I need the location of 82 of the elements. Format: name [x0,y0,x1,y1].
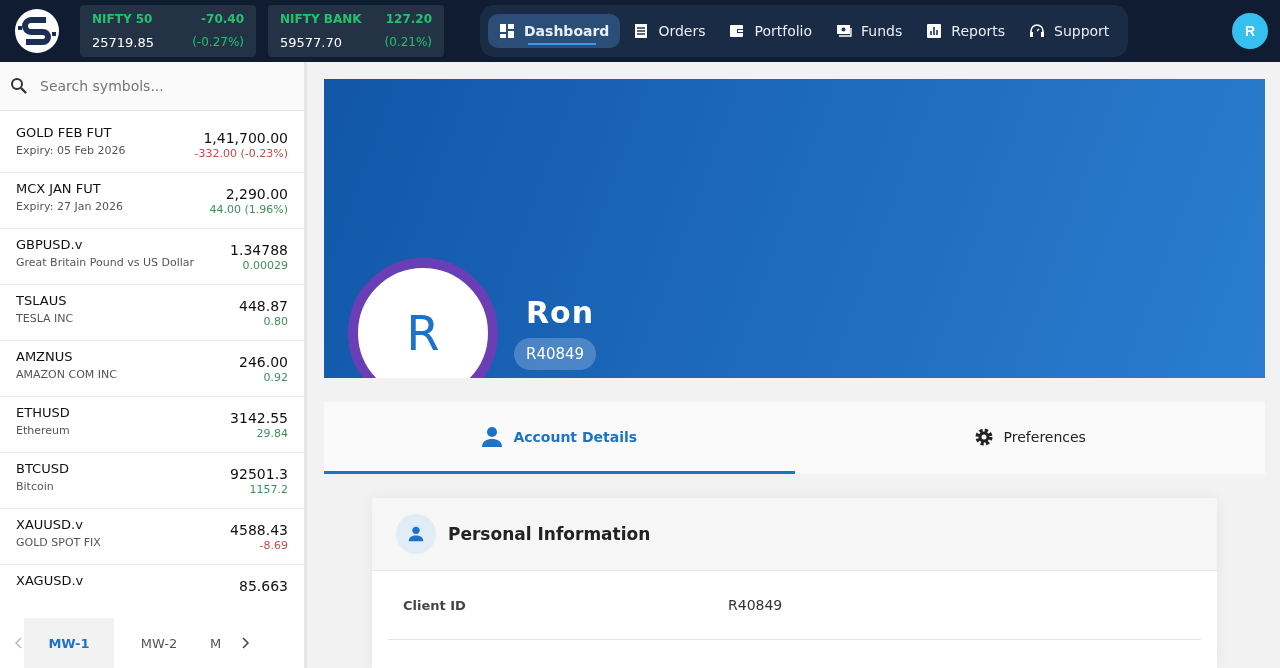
symbol-description: Expiry: 05 Feb 2026 [16,144,126,157]
symbol-change: 0.92 [263,371,288,384]
index-name: NIFTY BANK [280,12,362,26]
search-field[interactable]: Search symbols... [0,62,304,110]
symbol-price: 246.00 [239,354,288,370]
profile-name: Ron [526,295,595,330]
index-value: 25719.85 [92,35,155,50]
symbol-price: 1.34788 [230,242,288,258]
bar-chart-icon [926,23,943,39]
watchlist-tab[interactable]: MW-1 [24,618,114,668]
logo-icon [14,8,60,54]
nav-tab[interactable]: Funds [825,14,914,48]
symbol-change: -8.69 [259,539,288,552]
symbol-description: Expiry: 27 Jan 2026 [16,200,123,213]
person-icon [396,514,436,554]
profile-avatar: R [348,258,498,378]
index-card[interactable]: NIFTY 50 -70.40 25719.85 (-0.27%) [80,5,256,57]
grid-icon [499,23,515,39]
symbol-name: GOLD FEB FUT [16,125,113,140]
chevron-right-icon[interactable] [240,637,250,649]
index-change: -70.40 [201,12,244,26]
nav-tab[interactable]: Dashboard [488,14,621,48]
symbol-description: Bitcoin [16,480,55,493]
nav-tab[interactable]: Reports [915,14,1016,48]
client-id-badge: R40849 [514,338,597,370]
symbol-change: 1157.2 [249,483,288,496]
index-card[interactable]: NIFTY BANK 127.20 59577.70 (0.21%) [268,5,444,57]
symbol-description: TESLA INC [16,312,74,325]
profile-tab[interactable]: Account Details [324,402,795,474]
symbol-description: Ethereum [16,424,70,437]
symbol-price: 4588.43 [230,522,288,538]
search-icon [10,77,28,95]
watchlist-item[interactable]: ETHUSD Ethereum 3142.55 29.84 [0,397,304,453]
symbol-name: ETHUSD [16,405,70,420]
symbol-name: TSLAUS [16,293,68,308]
symbol-description: GOLD SPOT FIX [16,536,101,549]
wallet-icon [729,23,746,39]
symbol-name: AMZNUS [16,349,74,364]
symbol-name: XAGUSD.v [16,573,84,588]
watchlist-item[interactable]: AMZNUS AMAZON COM INC 246.00 0.92 [0,341,304,397]
profile-tab[interactable]: Preferences [794,402,1265,474]
symbol-name: BTCUSD [16,461,69,476]
watchlist-item[interactable]: GOLD FEB FUT Expiry: 05 Feb 2026 1,41,700.00 -332.00 (-0.23%) [0,117,304,173]
watchlist-tab[interactable]: MW-2 [114,618,204,668]
cash-icon [836,23,853,39]
symbol-price: 85.663 [239,578,288,594]
watchlist-item[interactable]: BTCUSD Bitcoin 92501.3 1157.2 [0,453,304,509]
watchlist-tab[interactable]: M [204,618,240,668]
person-icon [481,426,504,447]
symbol-price: 1,41,700.00 [203,130,288,146]
watchlist-item[interactable]: GBPUSD.v Great Britain Pound vs US Dollar 1.34788 0.00029 [0,229,304,285]
index-change: 127.20 [385,12,432,26]
index-percent: (-0.27%) [192,35,244,50]
card-title: Personal Information [448,524,651,544]
symbol-change: 44.00 (1.96%) [209,203,288,216]
symbol-price: 448.87 [239,298,288,314]
symbol-price: 2,290.00 [225,186,288,202]
nav-tab[interactable]: Orders [622,14,717,48]
watchlist-item[interactable]: XAUUSD.v GOLD SPOT FIX 4588.43 -8.69 [0,509,304,565]
index-percent: (0.21%) [384,35,432,50]
symbol-description: Great Britain Pound vs US Dollar [16,256,195,269]
watchlist-item[interactable]: TSLAUS TESLA INC 448.87 0.80 [0,285,304,341]
symbol-change: 0.00029 [242,259,288,272]
symbol-name: XAUUSD.v [16,517,84,532]
index-name: NIFTY 50 [92,12,153,26]
symbol-name: GBPUSD.v [16,237,84,252]
headset-icon [1029,23,1045,39]
nav-tab[interactable]: Support [1018,14,1121,48]
symbol-change: 29.84 [256,427,288,440]
symbol-price: 92501.3 [230,466,288,482]
list-icon [633,23,650,39]
field-value: R40849 [728,597,783,613]
symbol-change: 0.80 [263,315,288,328]
symbol-change: -332.00 (-0.23%) [194,147,288,160]
index-value: 59577.70 [280,35,343,50]
symbol-description: AMAZON COM INC [16,368,117,381]
settings-icon [973,426,994,447]
field-label: Client ID [402,597,467,613]
symbol-price: 3142.55 [230,410,288,426]
symbol-name: MCX JAN FUT [16,181,102,196]
nav-tab[interactable]: Portfolio [718,14,824,48]
watchlist-item[interactable]: MCX JAN FUT Expiry: 27 Jan 2026 2,290.00 44.00 (1.96%) [0,173,304,229]
